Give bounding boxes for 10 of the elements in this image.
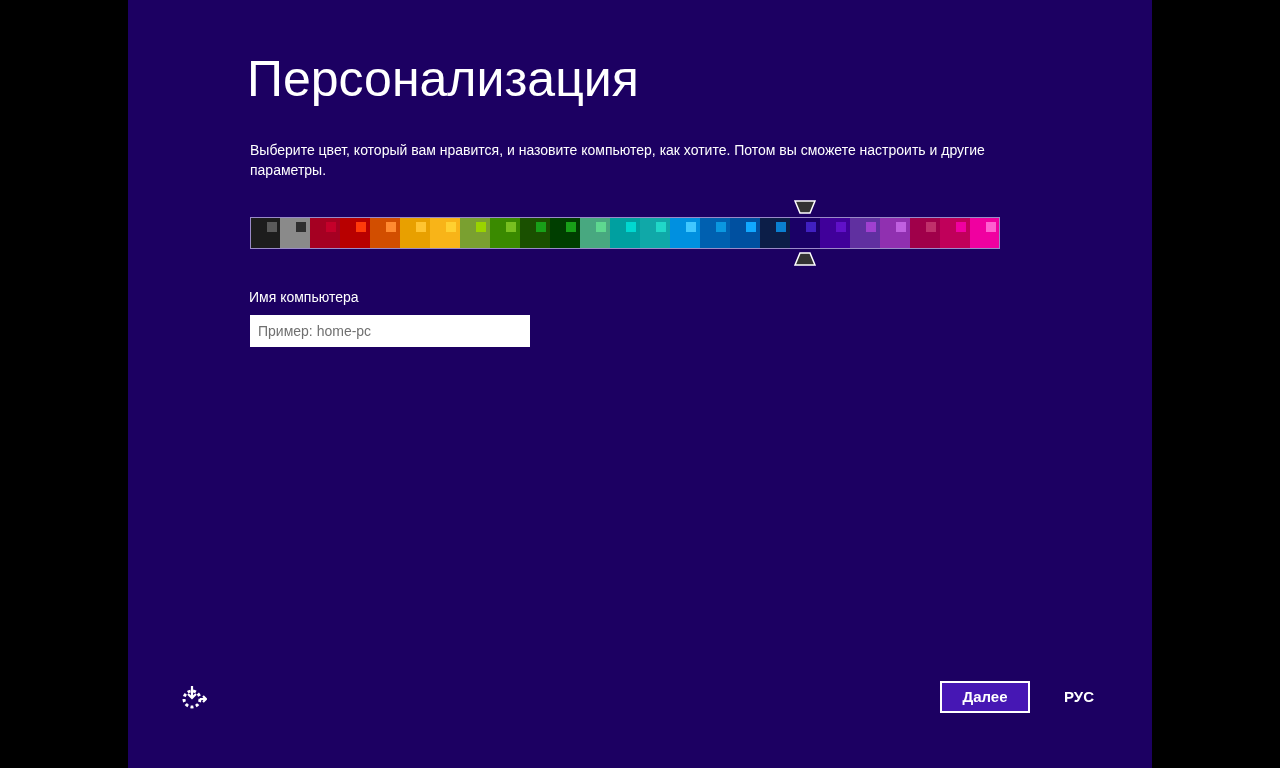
language-indicator[interactable]: РУС (1064, 685, 1094, 709)
accessibility-icon[interactable] (181, 684, 207, 710)
description-text: Выберите цвет, который вам нравится, и назовите компьютер, как хотите. Потом вы сможете настроить и другие параметры. (250, 141, 986, 180)
selection-marker-icon (794, 200, 816, 214)
next-button[interactable]: Далее (940, 681, 1030, 713)
field-label: Имя компьютера (249, 288, 359, 307)
page-title: Персонализация (247, 50, 639, 109)
computer-name-field[interactable]: Пример: home-pc (250, 315, 530, 347)
selection-marker-icon (794, 252, 816, 266)
selected-color-option[interactable] (790, 200, 820, 266)
